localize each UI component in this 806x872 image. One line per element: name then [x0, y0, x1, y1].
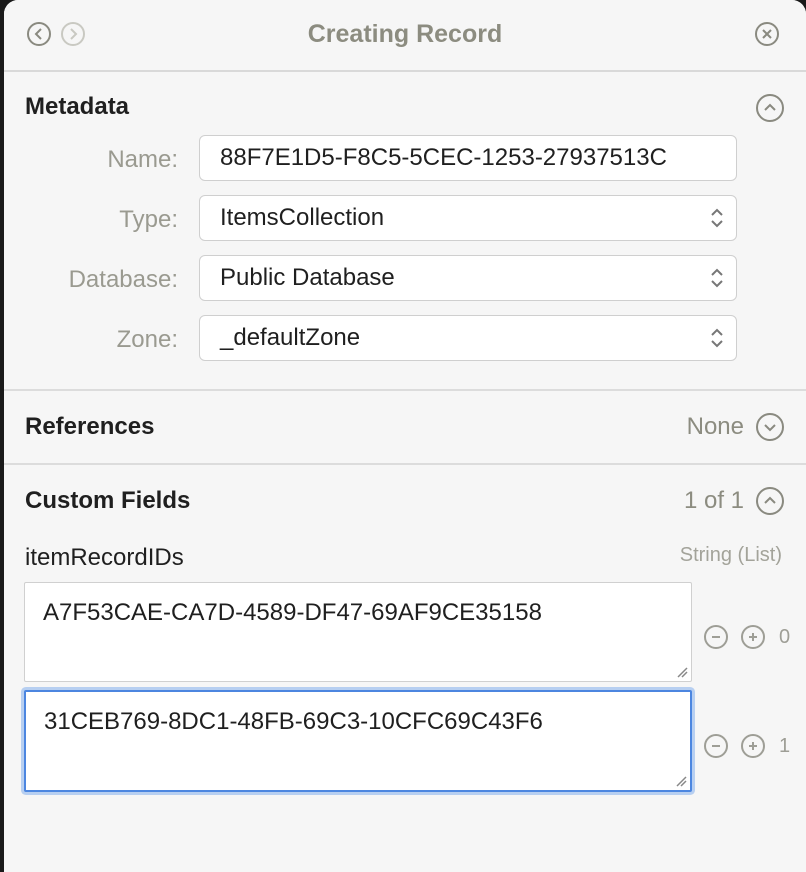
custom-fields-heading: Custom Fields: [25, 487, 191, 514]
references-heading: References: [25, 413, 155, 440]
add-item-button[interactable]: [741, 734, 765, 758]
metadata-heading: Metadata: [25, 93, 130, 120]
references-expand-button[interactable]: [756, 413, 784, 441]
database-label: Database:: [68, 266, 178, 293]
record-editor-panel: Creating Record Metadata Name: 88F7E1D5-…: [4, 0, 806, 872]
custom-fields-count: 1 of 1: [683, 487, 744, 514]
minus-icon: [712, 745, 720, 747]
section-divider: [4, 463, 806, 465]
chevron-down-icon: [764, 424, 776, 432]
custom-fields-collapse-button[interactable]: [756, 487, 784, 515]
add-item-button[interactable]: [741, 625, 765, 649]
close-icon: [762, 29, 772, 39]
close-button[interactable]: [755, 22, 779, 46]
chevron-up-icon: [764, 496, 776, 504]
window-title: Creating Record: [307, 20, 503, 48]
section-divider: [4, 389, 806, 391]
zone-select[interactable]: _defaultZone: [199, 315, 737, 361]
remove-item-button[interactable]: [704, 625, 728, 649]
list-item-index: 1: [779, 735, 791, 757]
remove-item-button[interactable]: [704, 734, 728, 758]
type-value: ItemsCollection: [220, 204, 385, 231]
zone-value: _defaultZone: [220, 324, 361, 351]
up-down-stepper-icon: [711, 328, 723, 348]
title-bar: Creating Record: [4, 0, 806, 72]
zone-label: Zone:: [116, 326, 178, 353]
list-item-textarea[interactable]: 31CEB769-8DC1-48FB-69C3-10CFC69C43F6: [24, 690, 692, 792]
list-item-value: 31CEB769-8DC1-48FB-69C3-10CFC69C43F6: [44, 708, 543, 735]
custom-field-name: itemRecordIDs: [25, 544, 184, 571]
list-item-index: 0: [779, 626, 791, 648]
resize-grip-icon[interactable]: [675, 775, 687, 787]
up-down-stepper-icon: [711, 208, 723, 228]
name-field[interactable]: 88F7E1D5-F8C5-5CEC-1253-27937513C: [199, 135, 737, 181]
metadata-collapse-button[interactable]: [756, 94, 784, 122]
list-item-value: A7F53CAE-CA7D-4589-DF47-69AF9CE35158: [43, 599, 542, 626]
resize-grip-icon[interactable]: [676, 666, 688, 678]
plus-icon: [749, 633, 757, 641]
plus-icon: [749, 742, 757, 750]
chevron-up-icon: [764, 103, 776, 111]
custom-field-type: String (List): [679, 544, 782, 566]
type-select[interactable]: ItemsCollection: [199, 195, 737, 241]
up-down-stepper-icon: [711, 268, 723, 288]
database-select[interactable]: Public Database: [199, 255, 737, 301]
references-status: None: [686, 413, 744, 440]
minus-icon: [712, 636, 720, 638]
database-value: Public Database: [220, 264, 395, 291]
type-label: Type:: [119, 206, 178, 233]
name-label: Name:: [107, 146, 178, 173]
list-item-textarea[interactable]: A7F53CAE-CA7D-4589-DF47-69AF9CE35158: [24, 582, 692, 682]
